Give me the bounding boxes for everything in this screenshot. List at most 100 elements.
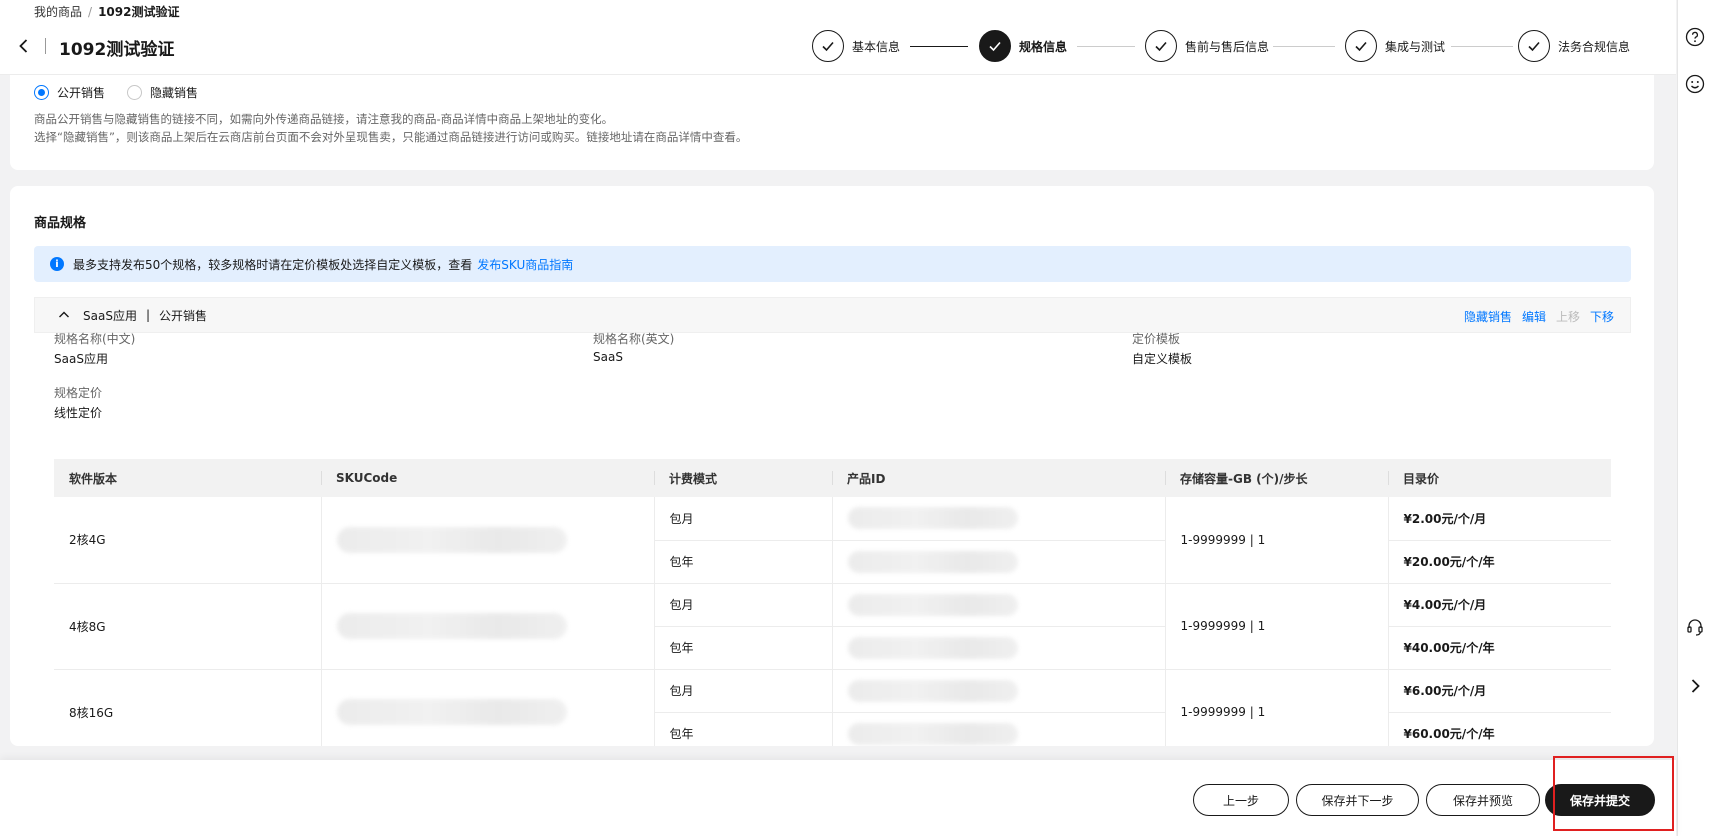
version-cell: 8核16G <box>54 669 322 746</box>
step-label: 法务合规信息 <box>1558 39 1631 54</box>
breadcrumb-separator: / <box>88 5 93 19</box>
page-title: 1092测试验证 <box>59 40 175 60</box>
column-header: SKUCode <box>321 459 654 497</box>
notice-text: 最多支持发布50个规格，较多规格时请在定价模板处选择自定义模板，查看 <box>73 257 473 272</box>
step-basic-info[interactable]: 基本信息 <box>812 30 900 62</box>
version-cell: 2核4G <box>54 497 322 584</box>
save-next-button[interactable]: 保存并下一步 <box>1296 784 1419 816</box>
capacity-cell: 1-9999999 | 1 <box>1165 583 1389 670</box>
price-cell: ¥40.00元/个/年 <box>1388 626 1611 670</box>
spec-item-header[interactable]: SaaS应用 | 公开销售 隐藏销售 编辑 上移 下移 <box>34 297 1631 333</box>
skucode-cell-redacted <box>321 669 655 746</box>
spec-card: 商品规格 i 最多支持发布50个规格，较多规格时请在定价模板处选择自定义模板，查… <box>10 186 1654 746</box>
move-down-link[interactable]: 下移 <box>1590 308 1614 325</box>
capacity-cell: 1-9999999 | 1 <box>1165 669 1389 746</box>
step-label: 集成与测试 <box>1385 39 1446 54</box>
check-icon <box>1518 30 1550 62</box>
highlight-box <box>1553 756 1674 831</box>
product-id-cell-redacted <box>832 626 1166 670</box>
visibility-card: 公开销售 隐藏销售 商品公开销售与隐藏销售的链接不同，如需向外传递商品链接，请注… <box>10 75 1654 170</box>
check-icon <box>1345 30 1377 62</box>
visibility-radio-group: 公开销售 隐藏销售 <box>34 84 220 101</box>
hide-sale-link[interactable]: 隐藏销售 <box>1464 308 1512 325</box>
info-notice: i 最多支持发布50个规格，较多规格时请在定价模板处选择自定义模板，查看 发布S… <box>34 246 1631 282</box>
column-header: 目录价 <box>1388 459 1611 497</box>
skucode-cell-redacted <box>321 583 655 670</box>
billing-mode-cell: 包年 <box>654 712 833 746</box>
skucode-cell-redacted <box>321 497 655 584</box>
field-template-value: 自定义模板 <box>1132 352 1193 366</box>
sku-guide-link[interactable]: 发布SKU商品指南 <box>477 256 573 273</box>
breadcrumb-parent[interactable]: 我的商品 <box>34 5 82 19</box>
price-cell: ¥4.00元/个/月 <box>1388 583 1611 627</box>
section-title: 商品规格 <box>34 216 87 231</box>
price-cell: ¥60.00元/个/年 <box>1388 712 1611 746</box>
radio-public-sale[interactable]: 公开销售 <box>34 84 105 101</box>
headset-icon[interactable] <box>1685 617 1705 637</box>
billing-mode-cell: 包月 <box>654 497 833 541</box>
field-name-en-label: 规格名称(英文) <box>593 332 675 346</box>
price-cell: ¥20.00元/个/年 <box>1388 540 1611 584</box>
step-sales-service[interactable]: 售前与售后信息 <box>1145 30 1269 62</box>
chevron-left-icon[interactable] <box>14 36 34 56</box>
step-connector <box>1451 46 1513 47</box>
edit-link[interactable]: 编辑 <box>1522 308 1546 325</box>
step-label: 规格信息 <box>1019 39 1068 54</box>
radio-hidden-sale[interactable]: 隐藏销售 <box>127 84 198 101</box>
check-icon <box>1145 30 1177 62</box>
smile-icon[interactable] <box>1685 74 1705 94</box>
spec-name: SaaS应用 <box>83 308 137 323</box>
page-header: 我的商品 / 1092测试验证 1092测试验证 基本信息 规格信息 售前与售后信息… <box>0 0 1676 75</box>
breadcrumb: 我的商品 / 1092测试验证 <box>34 3 179 20</box>
step-connector <box>1077 46 1135 47</box>
field-template-label: 定价模板 <box>1132 332 1181 346</box>
billing-mode-cell: 包年 <box>654 540 833 584</box>
field-pricing-label: 规格定价 <box>54 386 103 400</box>
chevron-right-icon[interactable] <box>1685 676 1705 696</box>
field-name-en-value: SaaS <box>593 350 623 364</box>
help-circle-icon[interactable] <box>1685 27 1705 47</box>
step-connector <box>910 46 968 47</box>
billing-mode-cell: 包月 <box>654 669 833 713</box>
product-id-cell-redacted <box>832 497 1166 541</box>
radio-button[interactable] <box>127 85 143 100</box>
table-row: 8核16G 包月 1-9999999 | 1 ¥6.00元/个/月 <box>54 669 1611 746</box>
price-cell: ¥6.00元/个/月 <box>1388 669 1611 713</box>
visibility-desc-line2: 选择“隐藏销售”，则该商品上架后在云商店前台页面不会对外呈现售卖，只能通过商品链… <box>34 130 748 144</box>
step-spec-info[interactable]: 规格信息 <box>979 30 1067 62</box>
info-icon: i <box>50 257 64 271</box>
column-header: 计费模式 <box>654 459 832 497</box>
save-preview-button[interactable]: 保存并预览 <box>1426 784 1540 816</box>
action-footer: 上一步 保存并下一步 保存并预览 保存并提交 <box>0 760 1676 836</box>
step-label: 售前与售后信息 <box>1185 39 1270 54</box>
chevron-up-icon[interactable] <box>57 308 71 322</box>
spec-sale-status: 公开销售 <box>159 308 208 323</box>
breadcrumb-current: 1092测试验证 <box>98 5 180 19</box>
field-pricing-value: 线性定价 <box>54 406 103 420</box>
sku-table: 软件版本 SKUCode 计费模式 产品ID 存储容量-GB (个)/步长 目录… <box>54 459 1611 746</box>
table-row: 2核4G 包月 1-9999999 | 1 ¥2.00元/个/月 <box>54 497 1611 584</box>
step-connector <box>1273 46 1335 47</box>
move-up-link: 上移 <box>1555 310 1580 324</box>
version-cell: 4核8G <box>54 583 322 670</box>
billing-mode-cell: 包年 <box>654 626 833 670</box>
field-name-cn-value: SaaS应用 <box>54 352 108 366</box>
prev-step-button[interactable]: 上一步 <box>1193 784 1289 816</box>
field-name-cn-label: 规格名称(中文) <box>54 332 136 346</box>
column-header: 软件版本 <box>54 459 321 497</box>
column-header: 存储容量-GB (个)/步长 <box>1165 459 1388 497</box>
radio-label: 公开销售 <box>57 86 106 100</box>
spec-sep: | <box>145 308 150 322</box>
step-integration-test[interactable]: 集成与测试 <box>1345 30 1445 62</box>
visibility-desc-line1: 商品公开销售与隐藏销售的链接不同，如需向外传递商品链接，请注意我的商品-商品详情… <box>34 112 614 126</box>
right-rail <box>1677 0 1709 836</box>
product-id-cell-redacted <box>832 540 1166 584</box>
column-header: 产品ID <box>832 459 1165 497</box>
radio-button-checked[interactable] <box>34 85 49 100</box>
title-divider <box>45 38 46 54</box>
product-id-cell-redacted <box>832 583 1166 627</box>
step-legal-compliance[interactable]: 法务合规信息 <box>1518 30 1630 62</box>
product-id-cell-redacted <box>832 712 1166 746</box>
spec-actions: 隐藏销售 编辑 上移 下移 <box>1464 308 1614 325</box>
radio-label: 隐藏销售 <box>150 86 199 100</box>
